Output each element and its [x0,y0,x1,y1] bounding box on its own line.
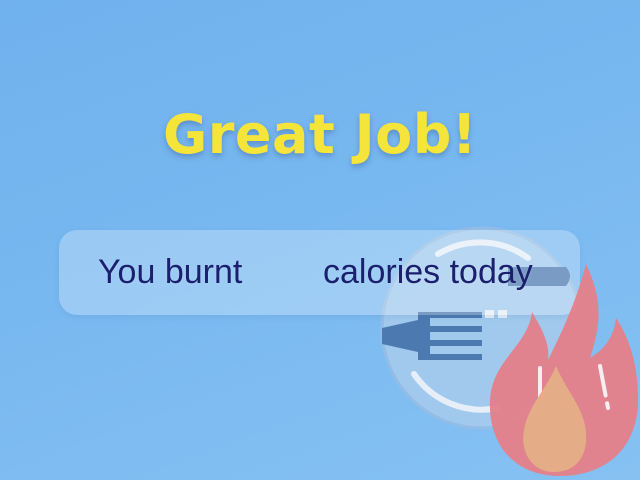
message-prefix: You burnt [98,253,243,291]
flame-icon [489,264,638,476]
headline: Great Job! [162,103,478,166]
